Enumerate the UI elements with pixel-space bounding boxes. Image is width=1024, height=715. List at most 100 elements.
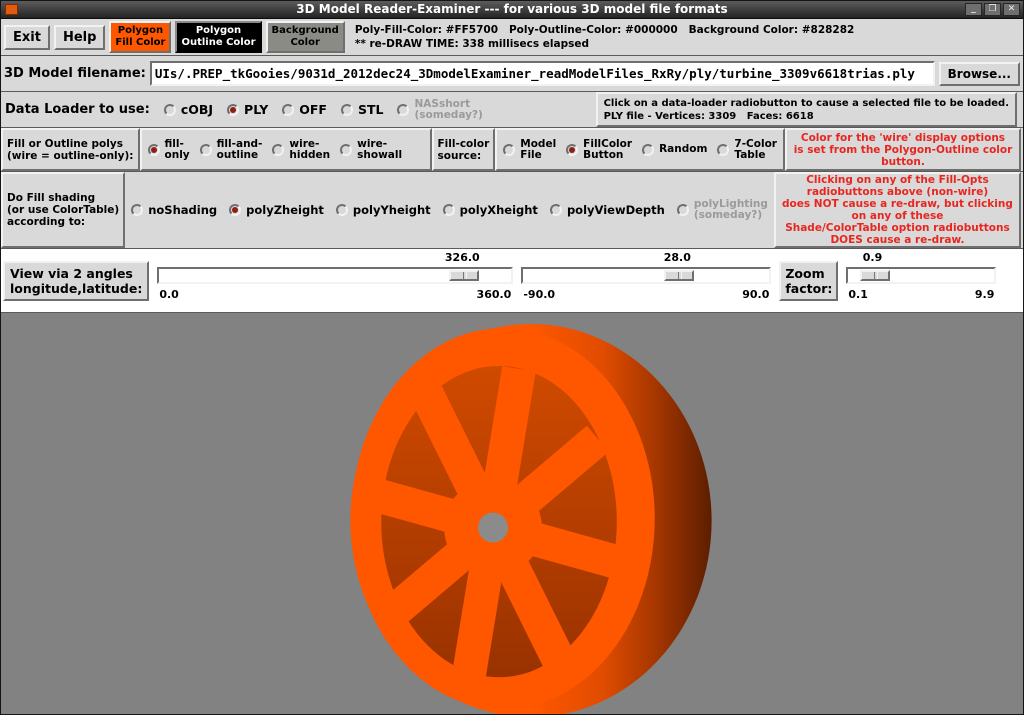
radio-disabled-icon (397, 104, 409, 116)
radio-label-line1: NASshort (414, 99, 482, 110)
button-label-line1: Polygon (118, 25, 163, 36)
note-line2: does NOT cause a re-draw, but clicking o… (776, 198, 1019, 222)
radio-label-line1: wire- (357, 139, 402, 150)
maximize-button[interactable]: ❐ (984, 3, 1001, 16)
radio-icon (131, 204, 143, 216)
window-controls: _ ❐ ✕ (965, 3, 1020, 16)
radio-label: polyZheight (246, 203, 324, 217)
radio-label-line2: Table (734, 150, 777, 161)
color-values-text: Poly-Fill-Color: #FF5700 Poly-Outline-Co… (355, 23, 855, 37)
fill-color-source-label: Fill-color source: (432, 128, 496, 171)
view-angles-label: View via 2 angles longitude,latitude: (3, 261, 149, 301)
shading-option-polyyheight[interactable]: polyYheight (336, 203, 431, 217)
filename-row: 3D Model filename: Browse... (1, 56, 1023, 92)
fill-option-wire-showall[interactable]: wire- showall (340, 139, 402, 161)
exit-button[interactable]: Exit (4, 25, 50, 50)
radio-label-line1: Random (659, 144, 707, 155)
shading-note: Clicking on any of the Fill-Opts radiobu… (774, 172, 1021, 248)
shading-option-polylighting: polyLighting (someday?) (677, 199, 768, 221)
model-filename-input[interactable] (150, 61, 935, 86)
latitude-min: -90.0 (523, 288, 555, 301)
label-line2: longitude,latitude: (10, 281, 142, 296)
note-line2: is set from the Polygon-Outline color bu… (787, 144, 1019, 168)
radio-label: polyXheight (460, 203, 538, 217)
label-line1: Zoom (785, 266, 832, 281)
color-info: Poly-Fill-Color: #FF5700 Poly-Outline-Co… (355, 23, 855, 51)
slider-handle[interactable] (664, 270, 694, 281)
zoom-slider[interactable]: 0.9 0.1 9.9 (846, 249, 996, 312)
note-line3: Shade/ColorTable option radiobuttons DOE… (776, 222, 1019, 246)
radio-icon (642, 144, 654, 156)
help-button[interactable]: Help (54, 25, 105, 50)
shading-row: Do Fill shading (or use ColorTable) acco… (1, 172, 1023, 249)
source-option-random[interactable]: Random (642, 144, 707, 156)
slider-trough[interactable] (521, 267, 771, 284)
toolbar: Exit Help Polygon Fill Color Polygon Out… (1, 19, 1023, 56)
label-line1: Fill-color (438, 138, 490, 150)
polygon-fill-color-button[interactable]: Polygon Fill Color (109, 21, 171, 53)
loader-option-cobj[interactable]: cOBJ (164, 102, 213, 117)
label-line1: Do Fill shading (7, 192, 119, 204)
view-controls-row: View via 2 angles longitude,latitude: 32… (1, 249, 1023, 313)
radio-icon (164, 104, 176, 116)
shading-option-polyxheight[interactable]: polyXheight (443, 203, 538, 217)
turbine-model-render (1, 313, 1023, 715)
polygon-outline-color-button[interactable]: Polygon Outline Color (175, 21, 261, 53)
titlebar[interactable]: 3D Model Reader-Examiner --- for various… (1, 1, 1023, 19)
radio-selected-icon (229, 204, 241, 216)
radio-icon (272, 144, 284, 156)
radio-label: polyYheight (353, 203, 431, 217)
longitude-min: 0.0 (159, 288, 179, 301)
source-option-7color-table[interactable]: 7-Color Table (717, 139, 777, 161)
radio-label: noShading (148, 203, 217, 217)
slider-trough[interactable] (846, 267, 996, 284)
slider-handle[interactable] (860, 270, 890, 281)
zoom-max: 9.9 (975, 288, 995, 301)
radio-label: PLY (244, 102, 268, 117)
shading-option-polyviewdepth[interactable]: polyViewDepth (550, 203, 665, 217)
browse-button[interactable]: Browse... (939, 62, 1020, 86)
source-option-model-file[interactable]: Model File (503, 139, 556, 161)
radio-label-line2: outline (217, 150, 263, 161)
data-loader-label: Data Loader to use: (5, 102, 150, 117)
radio-label-line1: 7-Color (734, 139, 777, 150)
close-button[interactable]: ✕ (1003, 3, 1020, 16)
radio-icon (550, 204, 562, 216)
minimize-button[interactable]: _ (965, 3, 982, 16)
fill-option-wire-hidden[interactable]: wire- hidden (272, 139, 330, 161)
fill-outline-row: Fill or Outline polys (wire = outline-on… (1, 128, 1023, 172)
label-line2: (or use ColorTable) (7, 204, 119, 216)
window-menu-icon[interactable] (5, 4, 18, 15)
fill-option-fill-and-outline[interactable]: fill-and- outline (200, 139, 263, 161)
fill-options-group: fill- only fill-and- outline wire- hidde… (140, 128, 432, 171)
background-color-button[interactable]: Background Color (266, 21, 345, 53)
loader-option-off[interactable]: OFF (282, 102, 327, 117)
redraw-time-text: ** re-DRAW TIME: 338 millisecs elapsed (355, 37, 855, 51)
radio-label-line2: (someday?) (694, 210, 768, 221)
radio-label-line1: fill-and- (217, 139, 263, 150)
radio-label-line1: FillColor (583, 139, 632, 150)
radio-icon (341, 104, 353, 116)
source-option-fillcolor-button[interactable]: FillColor Button (566, 139, 632, 161)
shading-option-noshading[interactable]: noShading (131, 203, 217, 217)
filename-label: 3D Model filename: (4, 66, 146, 81)
model-canvas[interactable] (1, 313, 1023, 715)
fill-option-fill-only[interactable]: fill- only (148, 139, 190, 161)
loader-option-stl[interactable]: STL (341, 102, 384, 117)
latitude-slider[interactable]: 28.0 -90.0 90.0 (521, 249, 771, 312)
loader-info-box: Click on a data-loader radiobutton to ca… (596, 92, 1017, 127)
slider-trough[interactable] (157, 267, 513, 284)
loader-option-nasshort: NASshort (someday?) (397, 99, 482, 121)
slider-handle[interactable] (449, 270, 479, 281)
longitude-slider[interactable]: 326.0 0.0 360.0 (157, 249, 513, 312)
zoom-min: 0.1 (848, 288, 868, 301)
radio-selected-icon (148, 144, 160, 156)
loader-option-ply[interactable]: PLY (227, 102, 268, 117)
radio-label: OFF (299, 102, 327, 117)
shading-label: Do Fill shading (or use ColorTable) acco… (1, 172, 125, 248)
radio-label: polyViewDepth (567, 203, 665, 217)
latitude-value: 28.0 (664, 251, 691, 264)
shading-option-polyzheight[interactable]: polyZheight (229, 203, 324, 217)
note-line1: Clicking on any of the Fill-Opts radiobu… (776, 174, 1019, 198)
label-line2: (wire = outline-only): (7, 150, 134, 162)
